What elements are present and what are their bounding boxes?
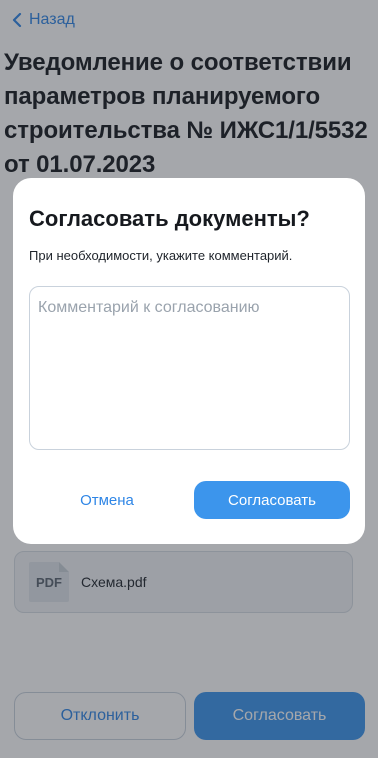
approve-dialog: Согласовать документы? При необходимости… (13, 178, 365, 544)
comment-input[interactable] (29, 286, 350, 450)
dialog-title: Согласовать документы? (29, 206, 310, 231)
cancel-button[interactable]: Отмена (29, 481, 185, 519)
dialog-subtitle: При необходимости, укажите комментарий. (29, 248, 293, 263)
confirm-approve-button[interactable]: Согласовать (194, 481, 350, 519)
